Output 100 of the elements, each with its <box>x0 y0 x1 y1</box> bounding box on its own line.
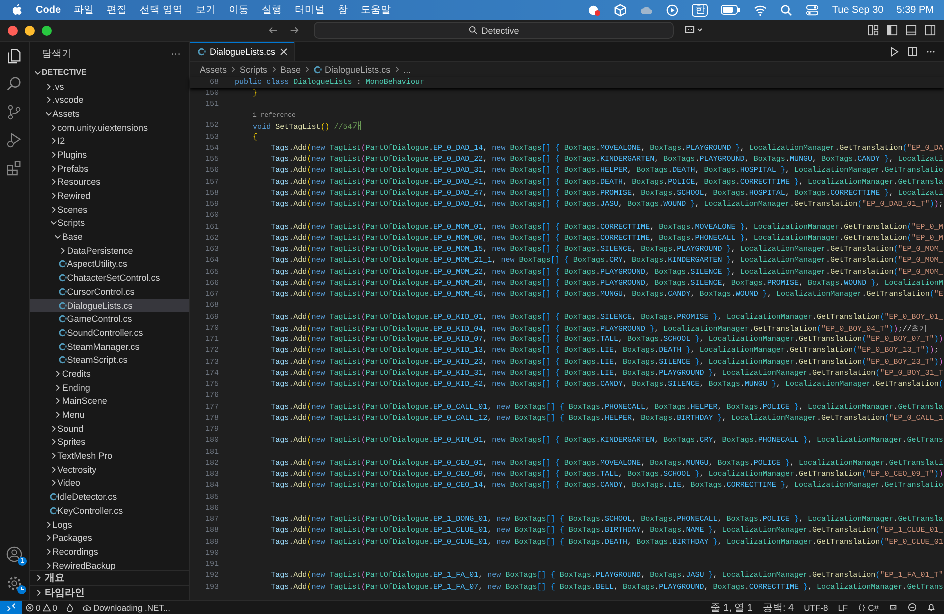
tree-item[interactable]: Video <box>30 476 189 490</box>
split-editor-icon[interactable] <box>908 46 918 56</box>
date[interactable]: Tue Sep 30 <box>832 4 884 16</box>
tree-item[interactable]: Sound <box>30 422 189 436</box>
tree-item[interactable]: SteamScript.cs <box>30 353 189 368</box>
menu-item[interactable]: 선택 영역 <box>140 3 183 17</box>
cursor-position[interactable]: 줄 1, 열 1 <box>706 600 757 614</box>
account-icon[interactable] <box>6 546 23 563</box>
battery-icon[interactable] <box>721 5 742 15</box>
tree-item[interactable]: com.unity.uiextensions <box>30 120 189 134</box>
toggle-sidebar-icon[interactable] <box>887 25 898 36</box>
tree-item[interactable]: Recordings <box>30 545 189 559</box>
search-icon[interactable] <box>6 76 23 93</box>
csharp-file-icon <box>59 342 68 351</box>
search-icon[interactable] <box>780 4 794 16</box>
tree-item[interactable]: GameControl.cs <box>30 312 189 326</box>
app-name-menu[interactable]: Code <box>36 4 61 16</box>
tree-item[interactable]: IdleDetector.cs <box>30 490 189 504</box>
tree-item[interactable]: DialogueLists.cs <box>30 298 189 312</box>
tree-item[interactable]: AspectUtility.cs <box>30 258 189 272</box>
apple-logo-icon[interactable] <box>12 4 23 16</box>
tree-item[interactable]: TextMesh Pro <box>30 449 189 463</box>
tree-item[interactable]: Scenes <box>30 202 189 217</box>
menu-item[interactable]: 창 <box>338 3 348 17</box>
tree-item[interactable]: Menu <box>30 408 189 422</box>
run-debug-icon[interactable] <box>6 132 23 149</box>
toggle-secondary-sidebar-icon[interactable] <box>925 25 936 36</box>
tree-item[interactable]: ChatacterSetControl.cs <box>30 271 189 285</box>
tree-item[interactable]: KeyController.cs <box>30 504 189 518</box>
download-status[interactable]: Downloading .NET... <box>79 602 174 612</box>
more-actions-button[interactable]: ··· <box>171 48 181 60</box>
tree-item[interactable]: Plugins <box>30 148 189 162</box>
input-source-indicator[interactable]: 한 <box>692 4 708 16</box>
breadcrumb-item[interactable]: Scripts <box>240 64 268 74</box>
tree-item[interactable]: SoundController.cs <box>30 326 189 340</box>
close-button[interactable] <box>8 26 18 36</box>
tree-item[interactable]: Logs <box>30 518 189 532</box>
menu-item[interactable]: 보기 <box>196 3 216 17</box>
tree-item[interactable]: Vectrosity <box>30 462 189 477</box>
record-icon[interactable] <box>588 4 602 16</box>
source-control-icon[interactable] <box>6 104 23 121</box>
back-arrow-icon[interactable] <box>268 25 279 36</box>
tree-item[interactable]: I2 <box>30 134 189 148</box>
menu-item[interactable]: 파일 <box>74 3 94 17</box>
zoom-button[interactable] <box>42 26 52 36</box>
cube-icon[interactable] <box>614 4 628 16</box>
minimize-button[interactable] <box>25 26 35 36</box>
remote-button[interactable] <box>0 601 22 614</box>
run-icon[interactable] <box>890 46 900 56</box>
clock[interactable]: 5:39 PM <box>896 4 934 16</box>
tree-item[interactable]: Sprites <box>30 436 189 450</box>
extensions-icon[interactable] <box>6 160 23 177</box>
bell-icon[interactable] <box>927 603 936 612</box>
play-icon[interactable] <box>666 4 680 16</box>
encoding-status[interactable]: UTF-8 <box>800 602 832 612</box>
indentation-status[interactable]: 공백: 4 <box>758 600 798 614</box>
tree-item[interactable]: RewiredBackup <box>30 558 189 570</box>
breadcrumb-item[interactable]: ... <box>404 64 412 74</box>
control-center-icon[interactable] <box>806 4 820 16</box>
tree-item[interactable]: Prefabs <box>30 162 189 176</box>
problems-status[interactable]: 0 0 <box>22 602 62 612</box>
command-center[interactable]: Detective <box>314 22 674 39</box>
editor-tab[interactable]: DialogueLists.cs <box>190 42 295 61</box>
breadcrumb-item[interactable]: Base <box>280 64 302 74</box>
toggle-panel-icon[interactable] <box>906 25 917 36</box>
layout-icon[interactable] <box>868 25 879 36</box>
tree-item[interactable]: Rewired <box>30 189 189 203</box>
line-ending-status[interactable]: LF <box>834 602 852 612</box>
breadcrumb-item[interactable]: Assets <box>200 64 228 74</box>
tree-item[interactable]: Credits <box>30 367 189 381</box>
tree-item[interactable]: Assets <box>30 107 189 121</box>
csharp-file-icon <box>59 302 68 310</box>
wifi-icon[interactable] <box>754 4 768 16</box>
tree-item[interactable]: MainScene <box>30 394 189 408</box>
tree-item[interactable]: DataPersistence <box>30 244 189 258</box>
section-header[interactable]: 개요 <box>30 570 189 585</box>
csharp-file-icon <box>50 506 58 515</box>
menu-item[interactable]: 실행 <box>262 3 282 17</box>
breadcrumb-item[interactable]: DialogueLists.cs <box>325 64 391 74</box>
menu-item[interactable]: 터미널 <box>294 3 325 17</box>
menu-item[interactable]: 편집 <box>107 3 127 17</box>
tree-item[interactable]: CursorControl.cs <box>30 285 189 299</box>
flame-icon[interactable] <box>66 604 74 612</box>
tree-item[interactable]: Ending <box>30 380 189 394</box>
tree-item[interactable]: .vscode <box>30 93 189 108</box>
tree-item[interactable]: .vs <box>30 80 189 94</box>
tree-item[interactable]: Resources <box>30 176 189 190</box>
forward-arrow-icon[interactable] <box>289 25 300 36</box>
tree-item[interactable]: Packages <box>30 531 189 546</box>
tree-item[interactable]: Scripts <box>30 216 189 230</box>
tree-item[interactable]: Base <box>30 230 189 244</box>
tree-item[interactable]: SteamManager.cs <box>30 340 189 354</box>
explorer-icon[interactable] <box>6 48 23 65</box>
close-icon[interactable] <box>280 48 288 56</box>
menu-item[interactable]: 이동 <box>228 3 249 17</box>
feedback-icon[interactable] <box>908 603 917 612</box>
settings-icon[interactable] <box>6 575 23 592</box>
menu-item[interactable]: 도움말 <box>360 3 391 17</box>
tree-item[interactable]: DETECTIVE <box>30 66 189 80</box>
language-status[interactable]: C# <box>854 602 883 612</box>
